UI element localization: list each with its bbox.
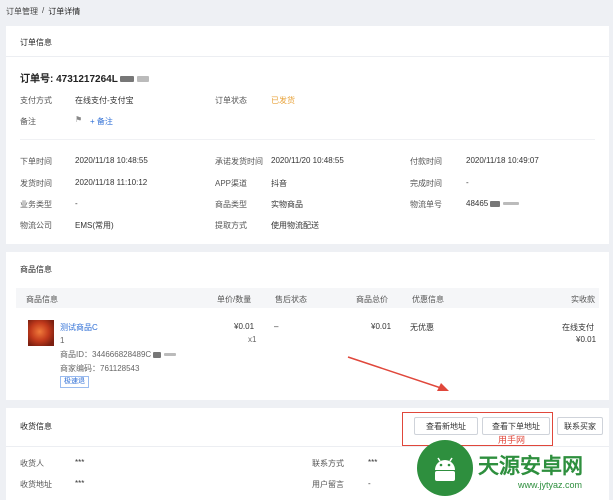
android-icon xyxy=(435,457,455,481)
contact-value: *** xyxy=(368,458,378,467)
address-label: 收货地址 xyxy=(20,480,52,489)
watermark-url: www.jytyaz.com xyxy=(518,480,583,490)
watermark-brand: 天源安卓网 xyxy=(478,455,583,478)
shipping-info-title: 收货信息 xyxy=(20,422,52,431)
address-value: *** xyxy=(75,479,85,488)
annotation-label: 用手网 xyxy=(498,435,526,445)
view-new-address-button[interactable]: 查看新地址 xyxy=(414,417,478,435)
contact-buyer-button[interactable]: 联系买家 xyxy=(557,417,603,435)
arrow-shaft xyxy=(347,356,445,390)
receiver-label: 收货人 xyxy=(20,459,44,468)
user-message-value: - xyxy=(368,479,371,488)
user-message-label: 用户留言 xyxy=(312,480,344,489)
receiver-value: *** xyxy=(75,458,85,467)
watermark-logo xyxy=(417,440,473,496)
divider xyxy=(6,446,609,447)
contact-label: 联系方式 xyxy=(312,459,344,468)
